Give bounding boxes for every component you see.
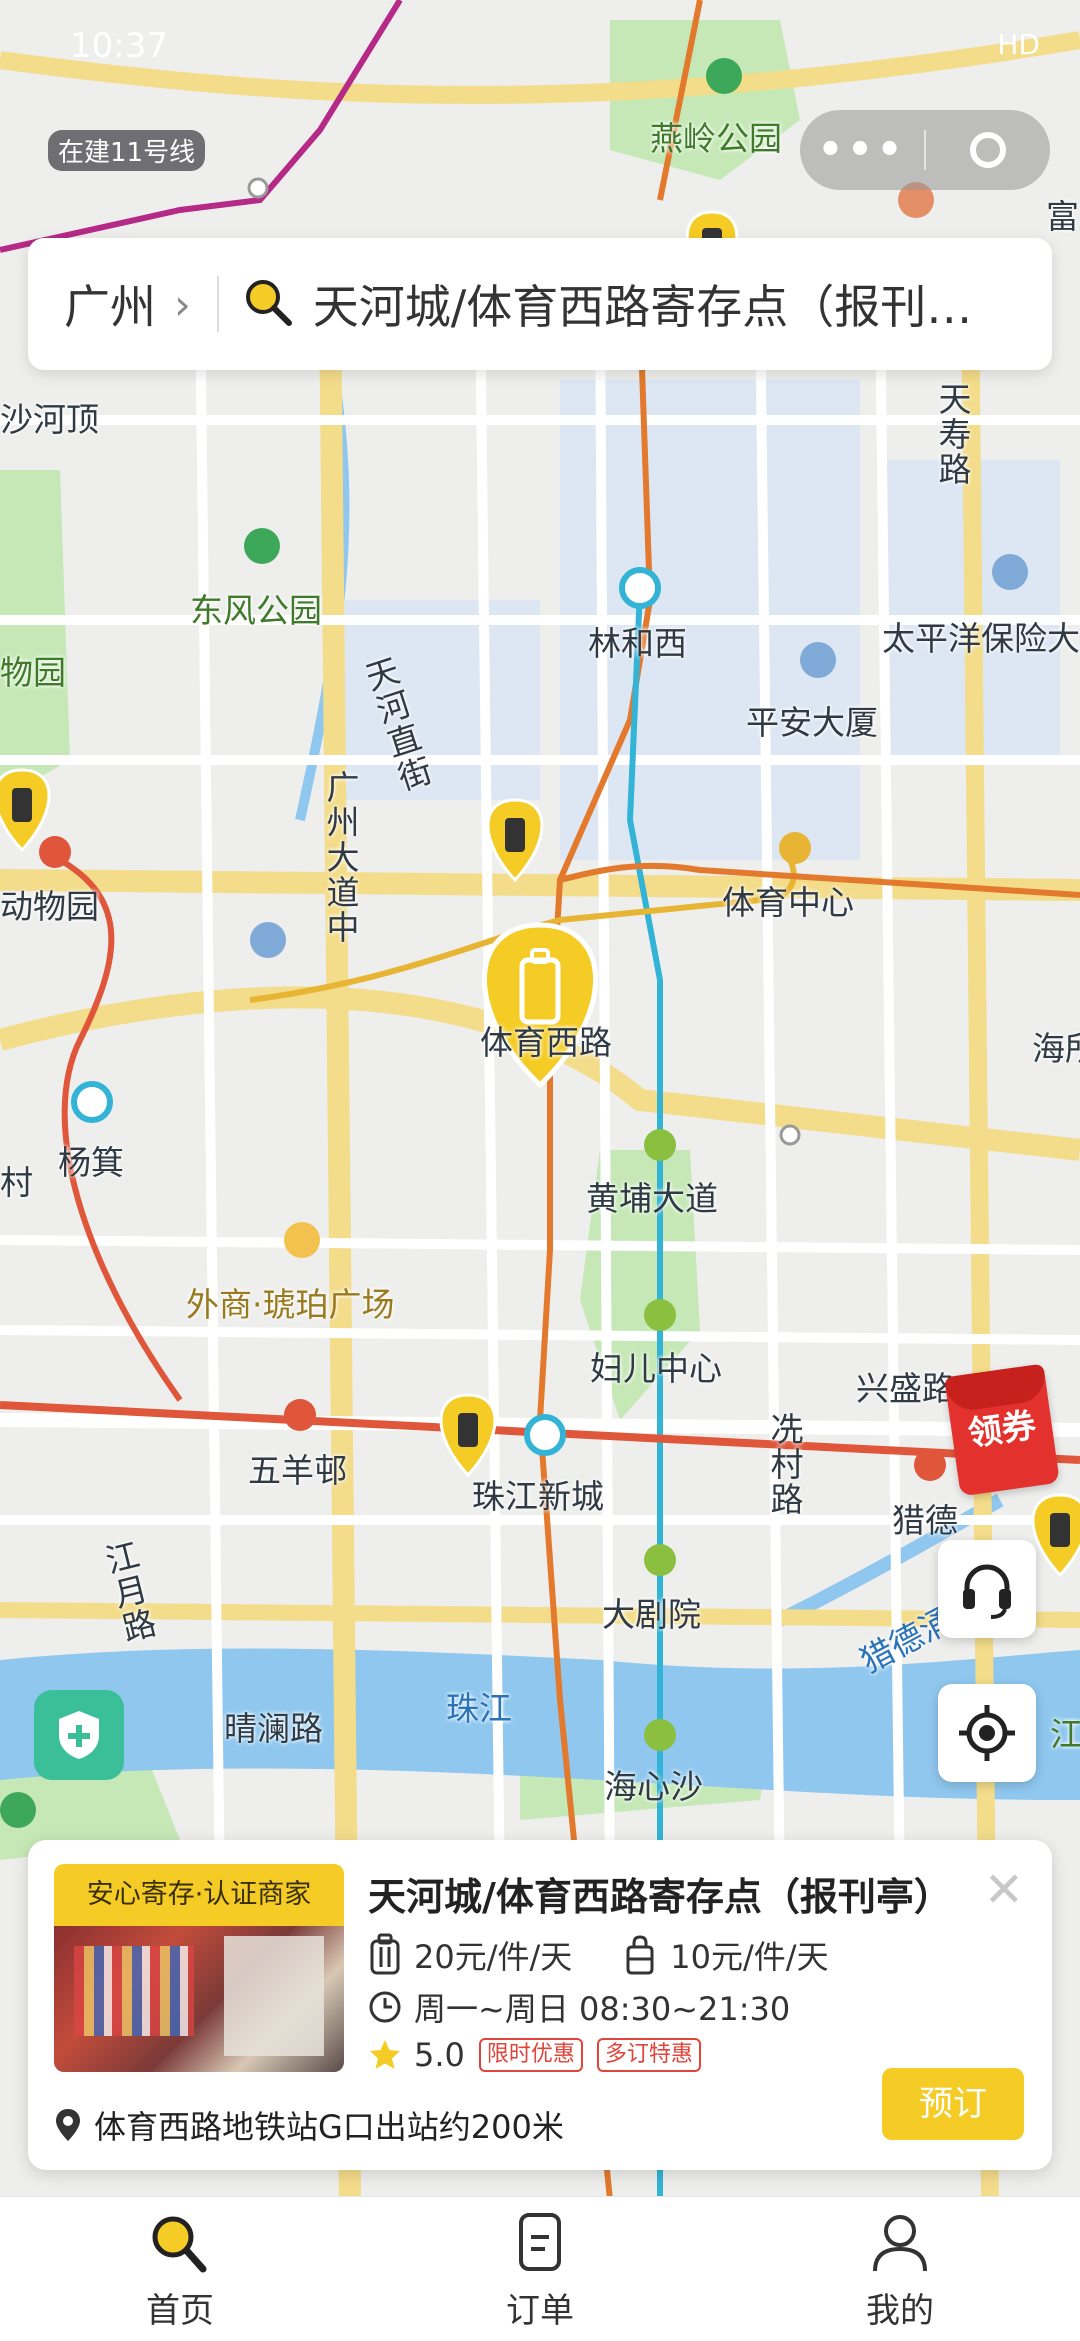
map-label: 江 [1050, 1715, 1080, 1754]
location-pin-icon [56, 2109, 80, 2141]
verified-badge: 安心寄存·认证商家 [54, 1864, 344, 1926]
map-label: 物园 [0, 653, 66, 692]
map-label: 平安大厦 [746, 703, 878, 742]
price-small-luggage: 10元/件/天 [670, 1938, 829, 1976]
tab-label: 首页 [146, 2291, 214, 2331]
tab-profile[interactable]: 我的 [720, 2197, 1080, 2341]
customer-service-button[interactable] [938, 1540, 1036, 1638]
bag-icon [626, 1935, 654, 1975]
map-label: 在建11号线 [48, 130, 206, 171]
map-label: 猎德 [892, 1501, 958, 1540]
map-label: 妇儿中心 [590, 1349, 722, 1388]
search-bar: 广州 › 天河城/体育西路寄存点（报刊亭） [28, 238, 1052, 370]
city-selector[interactable]: 广州 [64, 271, 156, 337]
map-label: 大剧院 [602, 1595, 701, 1634]
search-icon[interactable] [243, 277, 293, 331]
tab-label: 订单 [506, 2291, 574, 2331]
bottom-tab-bar: 首页 订单 我的 [0, 2196, 1080, 2341]
map-label: 太平洋保险大 [882, 619, 1080, 658]
store-photo[interactable] [54, 1926, 344, 2072]
map-label: 冼村路 [765, 1412, 804, 1517]
map-label: 燕岭公园 [650, 119, 782, 158]
map-label: 林和西 [588, 624, 687, 663]
miniprogram-capsule: ••• [800, 110, 1050, 190]
close-icon[interactable]: ✕ [984, 1862, 1024, 1918]
rating-row: 5.0 限时优惠 多订特惠 [368, 2036, 701, 2074]
opening-hours: 周一~周日 08:30~21:30 [414, 1990, 791, 2028]
search-icon [152, 2216, 207, 2273]
safety-shield-button[interactable] [34, 1690, 124, 1780]
luggage-pin-small-c[interactable] [439, 1393, 497, 1478]
status-network: HD [997, 28, 1040, 61]
hours-row: 周一~周日 08:30~21:30 [368, 1984, 790, 2030]
star-icon [370, 2040, 400, 2069]
map-label: 黄埔大道 [586, 1179, 718, 1218]
promo-tag: 多订特惠 [596, 2038, 701, 2072]
tab-home[interactable]: 首页 [0, 2197, 360, 2341]
coupon-label: 领券 [965, 1405, 1039, 1455]
map-label: 晴澜路 [224, 1709, 323, 1748]
map-label: 村 [0, 1163, 33, 1202]
tab-orders[interactable]: 订单 [360, 2197, 720, 2341]
book-button[interactable]: 预订 [882, 2068, 1024, 2140]
divider [216, 276, 219, 332]
suitcase-icon [370, 1933, 400, 1975]
map-label: 天寿路 [933, 382, 972, 487]
map-label: 兴盛路 [856, 1369, 955, 1408]
locate-button[interactable] [938, 1684, 1036, 1782]
order-icon [519, 2213, 561, 2271]
price-row: 20元/件/天 10元/件/天 [368, 1932, 879, 1978]
chevron-right-icon[interactable]: › [174, 280, 191, 329]
map-label: 动物园 [0, 887, 99, 926]
map-label: 五羊邨 [248, 1451, 347, 1490]
map-label: 海所 [1032, 1029, 1080, 1068]
map-label: 珠江新城 [472, 1477, 604, 1516]
clock-icon [369, 1991, 401, 2023]
promo-tag: 限时优惠 [478, 2038, 583, 2072]
profile-icon [873, 2215, 927, 2272]
tab-label: 我的 [866, 2291, 934, 2331]
crosshair-icon [959, 1705, 1015, 1761]
map-label: 广州大道中 [321, 770, 360, 945]
map-label: 沙河顶 [0, 400, 99, 439]
map-label: 富 [1046, 197, 1079, 236]
more-icon[interactable]: ••• [800, 127, 924, 173]
luggage-pin-small-b[interactable] [0, 768, 51, 853]
store-card[interactable]: 安心寄存·认证商家 天河城/体育西路寄存点（报刊亭） ✕ 20元/件/天 10元… [28, 1840, 1052, 2170]
map-label: 杨箕 [58, 1143, 124, 1182]
map-label: 外商·琥珀广场 [186, 1285, 395, 1324]
rating-value: 5.0 [414, 2036, 465, 2074]
close-miniprogram-icon[interactable] [926, 132, 1050, 168]
map-label: 东风公园 [190, 591, 322, 630]
headset-icon [963, 1564, 1011, 1619]
map-label: 体育西路 [480, 1023, 612, 1062]
status-bar: 10:37 HD [0, 0, 1080, 100]
luggage-pin-small-d[interactable] [1031, 1493, 1080, 1578]
map-label: 海心沙 [604, 1767, 703, 1806]
store-address: 体育西路地铁站G口出站约200米 [94, 2108, 564, 2146]
shield-plus-icon [59, 1711, 99, 1759]
search-input[interactable]: 天河城/体育西路寄存点（报刊亭） [313, 271, 1003, 337]
store-name: 天河城/体育西路寄存点（报刊亭） [368, 1875, 952, 1919]
luggage-pin-small-a[interactable] [486, 798, 544, 883]
address-row: 体育西路地铁站G口出站约200米 [54, 2102, 564, 2148]
status-time: 10:37 [70, 26, 168, 66]
coupon-button[interactable]: 领券 [944, 1363, 1060, 1497]
map-label: 体育中心 [722, 883, 854, 922]
map-label: 珠江 [446, 1689, 512, 1728]
price-large-luggage: 20元/件/天 [414, 1938, 573, 1976]
